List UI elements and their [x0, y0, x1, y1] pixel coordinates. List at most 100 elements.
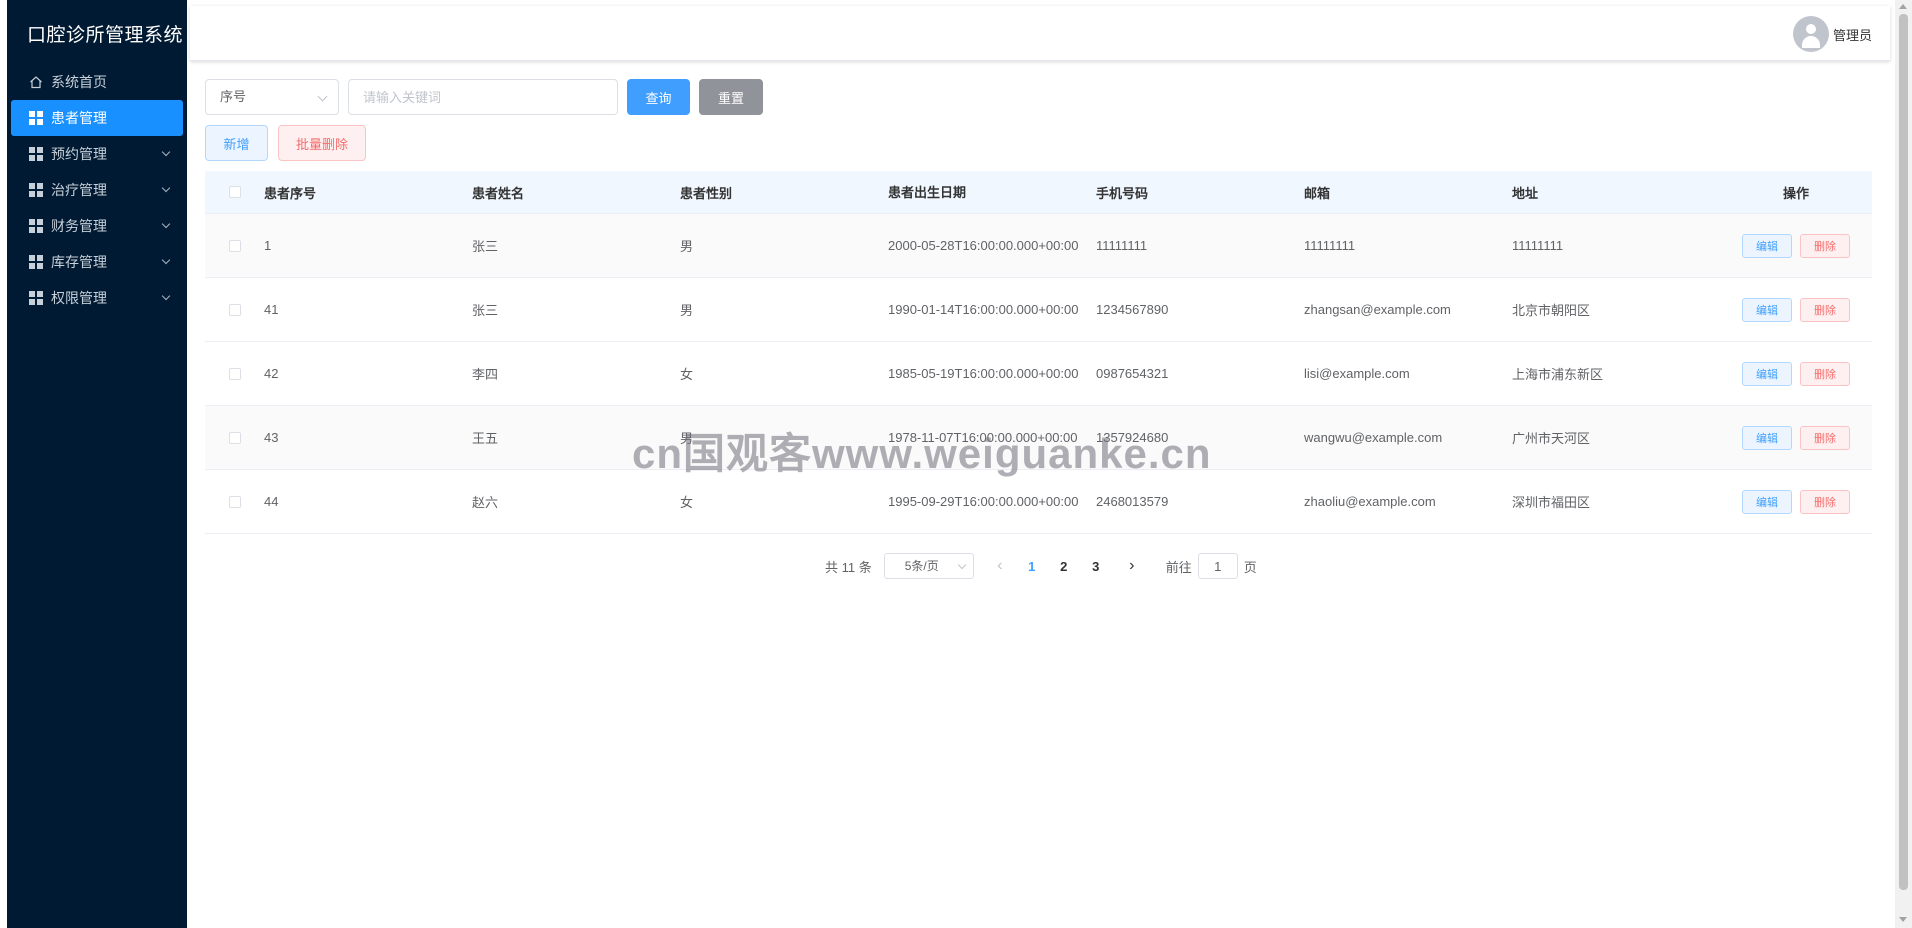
- scrollbar-thumb[interactable]: [1899, 14, 1908, 890]
- goto-label: 前往: [1165, 559, 1192, 575]
- cell-address: 北京市朝阳区: [1512, 303, 1591, 318]
- select-all-checkbox[interactable]: [228, 186, 241, 198]
- top-header: 管理员: [190, 6, 1890, 61]
- cell-birth: 2000-05-28T16:00:00.000+00:00: [888, 238, 1079, 253]
- cell-email: wangwu@example.com: [1304, 430, 1443, 445]
- cell-gender: 男: [680, 303, 694, 318]
- cell-gender: 女: [680, 367, 694, 382]
- chevron-down-icon: [957, 560, 966, 570]
- cell-email: lisi@example.com: [1304, 366, 1410, 381]
- delete-button[interactable]: 删除: [1800, 489, 1850, 514]
- keyword-input[interactable]: [348, 79, 618, 115]
- avatar[interactable]: [1792, 16, 1829, 52]
- query-button[interactable]: 查询: [627, 79, 690, 115]
- cell-address: 上海市浦东新区: [1512, 367, 1604, 382]
- sidebar-item-label: 权限管理: [51, 290, 107, 306]
- page-number[interactable]: 3: [1084, 554, 1108, 578]
- delete-button[interactable]: 删除: [1800, 425, 1850, 450]
- user-name[interactable]: 管理员: [1833, 25, 1872, 44]
- cell-id: 44: [264, 494, 279, 509]
- grid-icon: [29, 147, 43, 161]
- cell-address: 11111111: [1512, 238, 1564, 253]
- grid-icon: [29, 183, 43, 197]
- add-button[interactable]: 新增: [205, 125, 268, 161]
- cell-phone: 0987654321: [1096, 366, 1169, 381]
- column-header: 患者性别: [680, 185, 733, 201]
- sidebar-item-label: 库存管理: [51, 254, 107, 270]
- chevron-down-icon: [161, 291, 171, 301]
- chevron-down-icon: [161, 255, 171, 265]
- chevron-down-icon: [161, 147, 171, 157]
- sidebar-item-finance[interactable]: 财务管理: [7, 208, 187, 244]
- page-size-value: 5条/页: [904, 559, 939, 573]
- grid-icon: [29, 111, 43, 125]
- edit-button[interactable]: 编辑: [1742, 361, 1792, 386]
- sidebar-item-label: 系统首页: [51, 74, 107, 90]
- table-row: 41 张三 男 1990-01-14T16:00:00.000+00:00 12…: [205, 278, 1872, 342]
- cell-address: 广州市天河区: [1512, 431, 1591, 446]
- grid-icon: [29, 291, 43, 305]
- cell-phone: 11111111: [1096, 238, 1148, 253]
- row-checkbox[interactable]: [228, 239, 241, 252]
- edit-button[interactable]: 编辑: [1742, 489, 1792, 514]
- scroll-up-icon[interactable]: [1899, 4, 1907, 9]
- cell-phone: 2468013579: [1096, 494, 1169, 509]
- scroll-down-icon[interactable]: [1899, 917, 1907, 922]
- sidebar-item-appointments[interactable]: 预约管理: [7, 136, 187, 172]
- cell-name: 李四: [472, 367, 499, 382]
- row-actions: 编辑 删除: [1720, 489, 1872, 514]
- page-number[interactable]: 2: [1052, 554, 1076, 578]
- edit-button[interactable]: 编辑: [1742, 233, 1792, 258]
- sidebar-item-patients[interactable]: 患者管理: [11, 100, 183, 136]
- row-actions: 编辑 删除: [1720, 233, 1872, 258]
- grid-icon: [29, 255, 43, 269]
- row-actions: 编辑 删除: [1720, 297, 1872, 322]
- cell-id: 42: [264, 366, 279, 381]
- watermark: cn国观客www.weiguanke.cn: [632, 430, 1212, 477]
- cell-birth: 1990-01-14T16:00:00.000+00:00: [888, 302, 1079, 317]
- next-page-icon[interactable]: ›: [1120, 554, 1144, 578]
- search-field-select[interactable]: 序号: [205, 79, 339, 115]
- delete-button[interactable]: 删除: [1800, 361, 1850, 386]
- sidebar-item-label: 财务管理: [51, 218, 107, 234]
- page-number[interactable]: 1: [1020, 554, 1044, 578]
- chevron-down-icon: [161, 219, 171, 229]
- chevron-down-icon: [161, 183, 171, 193]
- cell-gender: 女: [680, 495, 694, 510]
- column-header: 患者出生日期: [888, 184, 967, 200]
- cell-id: 43: [264, 430, 279, 445]
- row-checkbox[interactable]: [228, 431, 241, 444]
- cell-email: zhaoliu@example.com: [1304, 494, 1436, 509]
- cell-name: 张三: [472, 239, 499, 254]
- sidebar-item-home[interactable]: 系统首页: [7, 64, 187, 100]
- prev-page-icon[interactable]: ‹: [988, 554, 1012, 578]
- row-actions: 编辑 删除: [1720, 425, 1872, 450]
- window-edge: [0, 0, 7, 928]
- column-header: 患者姓名: [472, 185, 525, 201]
- page-size-select[interactable]: 5条/页: [883, 553, 974, 579]
- batch-delete-button[interactable]: 批量删除: [278, 125, 366, 161]
- sidebar-item-treatment[interactable]: 治疗管理: [7, 172, 187, 208]
- row-checkbox[interactable]: [228, 495, 241, 508]
- column-header: 手机号码: [1096, 185, 1149, 201]
- edit-button[interactable]: 编辑: [1742, 297, 1792, 322]
- vertical-scrollbar[interactable]: [1895, 0, 1912, 928]
- delete-button[interactable]: 删除: [1800, 297, 1850, 322]
- table-header: 患者序号 患者姓名 患者性别 患者出生日期 手机号码 邮箱 地址 操作: [205, 171, 1872, 214]
- user-menu[interactable]: 管理员: [1792, 16, 1872, 52]
- chevron-down-icon: [317, 91, 328, 102]
- row-checkbox[interactable]: [228, 367, 241, 380]
- row-checkbox[interactable]: [228, 303, 241, 316]
- sidebar-item-label: 治疗管理: [51, 182, 107, 198]
- cell-email: 11111111: [1304, 238, 1356, 253]
- sidebar-item-inventory[interactable]: 库存管理: [7, 244, 187, 280]
- action-bar: 新增 批量删除: [205, 125, 366, 161]
- edit-button[interactable]: 编辑: [1742, 425, 1792, 450]
- cell-email: zhangsan@example.com: [1304, 302, 1451, 317]
- cell-name: 张三: [472, 303, 499, 318]
- delete-button[interactable]: 删除: [1800, 233, 1850, 258]
- sidebar-item-permissions[interactable]: 权限管理: [7, 280, 187, 316]
- goto-page-input[interactable]: [1197, 553, 1238, 579]
- grid-icon: [29, 219, 43, 233]
- reset-button[interactable]: 重置: [699, 79, 763, 115]
